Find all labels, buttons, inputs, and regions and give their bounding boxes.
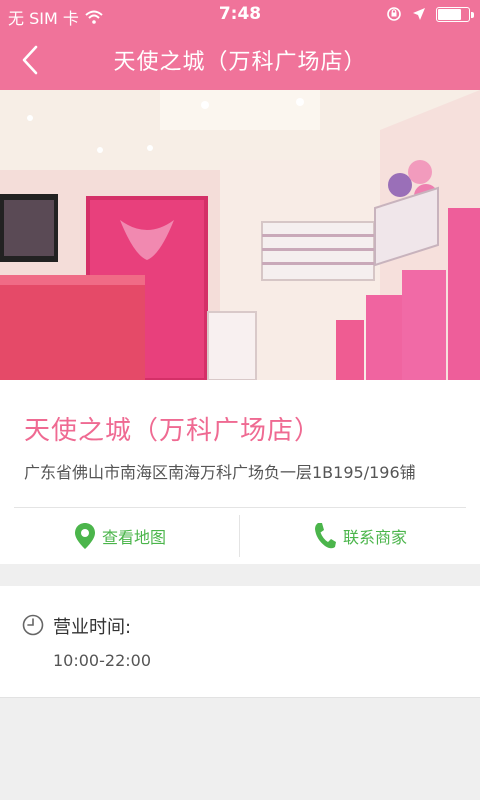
contact-merchant-button[interactable]: 联系商家 xyxy=(240,508,480,564)
contact-merchant-label: 联系商家 xyxy=(342,528,407,547)
top-bar: 无 SIM 卡 7:48 天使之城（万科广场店） xyxy=(0,0,480,90)
nav-bar: 天使之城（万科广场店） xyxy=(0,30,480,90)
business-hours-card: 营业时间: 10:00-22:00 xyxy=(0,586,480,698)
shop-info-card: 天使之城（万科广场店） 广东省佛山市南海区南海万科广场负一层1B195/196铺… xyxy=(0,380,480,564)
shop-address: 广东省佛山市南海区南海万科广场负一层1B195/196铺 xyxy=(24,463,416,482)
map-pin-icon xyxy=(74,523,95,549)
shop-interior-illustration xyxy=(0,90,480,380)
status-right xyxy=(386,6,474,22)
hours-label: 营业时间: xyxy=(53,617,132,638)
shop-photo xyxy=(0,90,480,380)
view-map-button[interactable]: 查看地图 xyxy=(0,508,240,564)
battery-icon xyxy=(436,6,474,22)
clock-icon xyxy=(22,614,44,636)
location-arrow-icon xyxy=(413,8,425,20)
page-title: 天使之城（万科广场店） xyxy=(113,50,367,75)
view-map-label: 查看地图 xyxy=(101,528,166,547)
battery-fill xyxy=(438,8,462,20)
shop-name: 天使之城（万科广场店） xyxy=(24,416,322,446)
hours-value: 10:00-22:00 xyxy=(53,651,151,670)
phone-icon xyxy=(314,523,336,549)
status-bar: 无 SIM 卡 7:48 xyxy=(0,0,480,30)
rotation-lock-icon xyxy=(387,7,401,21)
